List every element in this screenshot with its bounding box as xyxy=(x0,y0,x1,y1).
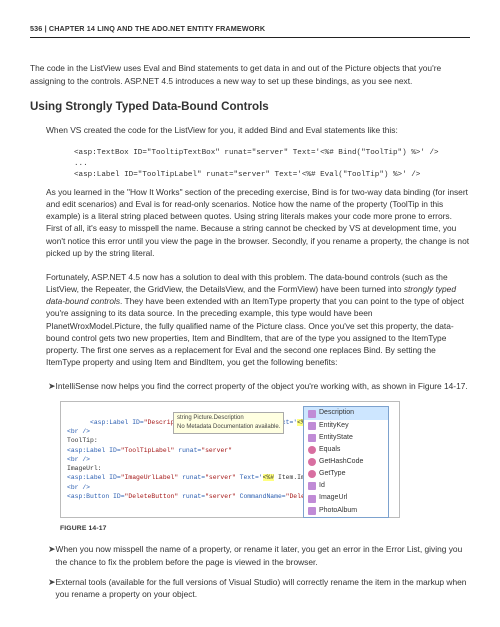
method-icon xyxy=(308,470,316,478)
autocomplete-item-label: Equals xyxy=(319,445,340,455)
property-icon xyxy=(308,410,316,418)
bullet-mark-icon: ➤ xyxy=(30,380,56,393)
page-header: 536 | CHAPTER 14 LINQ AND THE ADO.NET EN… xyxy=(30,24,470,34)
paragraph-3: Fortunately, ASP.NET 4.5 now has a solut… xyxy=(46,271,470,369)
autocomplete-item-label: Id xyxy=(319,481,325,491)
paragraph-2: As you learned in the "How It Works" sec… xyxy=(46,186,470,259)
autocomplete-item-label: EntityState xyxy=(319,433,353,443)
bullet-2: ➤ When you now misspell the name of a pr… xyxy=(30,543,470,567)
autocomplete-item-label: ImageUrl xyxy=(319,493,347,503)
bullet-mark-icon: ➤ xyxy=(30,576,56,600)
autocomplete-item-label: PhotoAlbum xyxy=(319,506,357,516)
page-number: 536 xyxy=(30,24,42,33)
bullet-3-text: External tools (available for the full v… xyxy=(56,576,470,600)
autocomplete-item-label: Description xyxy=(319,408,354,418)
autocomplete-item-label: GetType xyxy=(319,469,345,479)
autocomplete-item-label: GetHashCode xyxy=(319,457,363,467)
autocomplete-item[interactable]: Id xyxy=(304,480,388,492)
autocomplete-item[interactable]: GetType xyxy=(304,468,388,480)
intro-paragraph: The code in the ListView uses Eval and B… xyxy=(30,62,470,86)
bullet-2-text: When you now misspell the name of a prop… xyxy=(56,543,470,567)
intellisense-dropdown[interactable]: Description EntityKey EntityState Equals… xyxy=(303,406,389,517)
method-icon xyxy=(308,446,316,454)
property-icon xyxy=(308,495,316,503)
autocomplete-item[interactable]: PhotoAlbum xyxy=(304,505,388,517)
figure-caption: FIGURE 14-17 xyxy=(60,524,470,534)
property-icon xyxy=(308,507,316,515)
property-icon xyxy=(308,422,316,430)
tooltip-line-2: No Metadata Documentation available. xyxy=(177,423,280,432)
figure-14-17: <asp:Label ID="DescriptionLabel" runat="… xyxy=(60,401,400,517)
header-rule xyxy=(30,37,470,38)
intellisense-tooltip: string Picture.Description No Metadata D… xyxy=(173,412,284,433)
bullet-3: ➤ External tools (available for the full… xyxy=(30,576,470,600)
autocomplete-item[interactable]: GetHashCode xyxy=(304,456,388,468)
autocomplete-item[interactable]: Equals xyxy=(304,444,388,456)
bullet-mark-icon: ➤ xyxy=(30,543,56,567)
autocomplete-item[interactable]: Description xyxy=(304,407,388,419)
autocomplete-item[interactable]: EntityState xyxy=(304,432,388,444)
paragraph-3b: . They have been extended with an ItemTy… xyxy=(46,296,464,367)
autocomplete-item-label: EntityKey xyxy=(319,421,349,431)
figure-content: <asp:Label ID="DescriptionLabel" runat="… xyxy=(63,404,397,514)
bullet-1: ➤ IntelliSense now helps you find the co… xyxy=(30,380,470,393)
property-icon xyxy=(308,434,316,442)
bullet-1-text: IntelliSense now helps you find the corr… xyxy=(56,380,470,393)
property-icon xyxy=(308,482,316,490)
method-icon xyxy=(308,458,316,466)
chapter-title: CHAPTER 14 LINQ AND THE ADO.NET ENTITY F… xyxy=(49,24,265,33)
code-sample-1: <asp:TextBox ID="TooltipTextBox" runat="… xyxy=(74,148,470,181)
autocomplete-item[interactable]: ImageUrl xyxy=(304,492,388,504)
paragraph-3a: Fortunately, ASP.NET 4.5 now has a solut… xyxy=(46,272,448,294)
section-heading: Using Strongly Typed Data-Bound Controls xyxy=(30,99,470,116)
autocomplete-item[interactable]: EntityKey xyxy=(304,420,388,432)
paragraph-1: When VS created the code for the ListVie… xyxy=(46,124,470,136)
tooltip-line-1: string Picture.Description xyxy=(177,414,280,423)
